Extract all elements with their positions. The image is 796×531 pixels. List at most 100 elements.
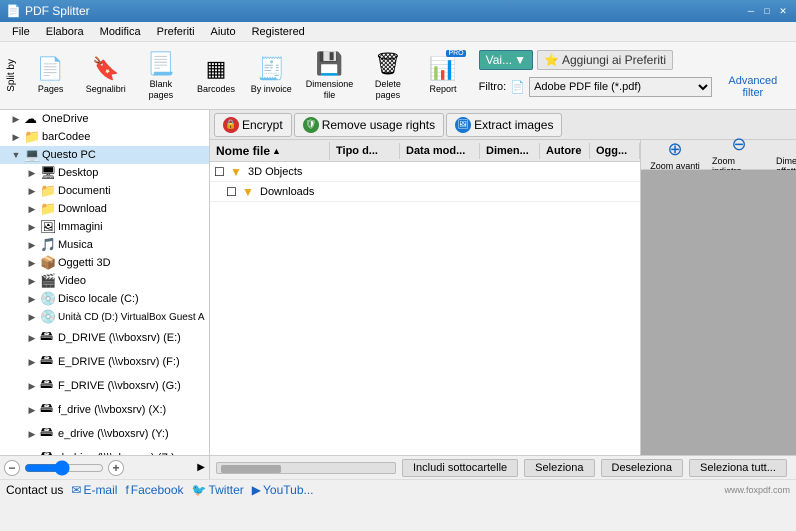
scroll-right-btn[interactable]: ▶ <box>197 462 205 473</box>
menu-modifica[interactable]: Modifica <box>92 24 149 40</box>
extract-images-icon: 🖼 <box>455 117 471 133</box>
contact-us-label: Contact us <box>6 483 63 497</box>
menu-preferiti[interactable]: Preferiti <box>149 24 203 40</box>
row-checkbox-3d[interactable]: ☐ <box>214 165 230 179</box>
zoom-minus-button[interactable]: − <box>4 460 20 476</box>
remove-rights-button[interactable]: 🛡 Remove usage rights <box>294 113 444 137</box>
facebook-link[interactable]: f Facebook <box>125 483 183 497</box>
tree-item-documenti[interactable]: ▶ 📁 Documenti <box>0 182 209 200</box>
tree-item-barcodee[interactable]: ▶ 📁 barCodee <box>0 128 209 146</box>
tree-label-musica: Musica <box>58 239 93 251</box>
advanced-filter-button[interactable]: Advanced filter <box>716 73 790 101</box>
tree-arrow: ▶ <box>24 429 40 440</box>
right-panel: 🔒 Encrypt 🛡 Remove usage rights 🖼 Extrac… <box>210 110 796 479</box>
tree-item-questo-pc[interactable]: ▼ 💻 Questo PC <box>0 146 209 164</box>
extract-images-button[interactable]: 🖼 Extract images <box>446 113 562 137</box>
tree-item-e-drive-y[interactable]: ▶ 🖴 e_drive (\\vboxsrv) (Y:) <box>0 422 209 446</box>
tree-item-disco-c[interactable]: ▶ 💿 Disco locale (C:) <box>0 290 209 308</box>
zoom-in-button[interactable]: ⊕ Zoom avanti <box>645 136 705 174</box>
split-by-label: Split by <box>6 59 17 92</box>
barcodes-button[interactable]: ▦ Barcodes <box>190 47 241 105</box>
twitter-link[interactable]: 🐦 Twitter <box>192 483 244 497</box>
filter-dropdown[interactable]: Adobe PDF file (*.pdf) <box>529 77 712 97</box>
tree-item-f-drive[interactable]: ▶ 🖴 F_DRIVE (\\vboxsrv) (G:) <box>0 374 209 398</box>
pages-button[interactable]: 📄 Pages <box>25 47 76 105</box>
youtube-link[interactable]: ▶ YouTub... <box>252 483 314 497</box>
report-button[interactable]: 📊 Report PRO <box>417 47 468 105</box>
file-row-3d-objects[interactable]: ☐ ▼ 3D Objects <box>210 162 640 182</box>
menu-elabora[interactable]: Elabora <box>38 24 92 40</box>
menu-registered[interactable]: Registered <box>244 24 313 40</box>
email-link[interactable]: ✉ E-mail <box>71 483 117 497</box>
file-area: Nome file ▲ Tipo d... Data mod... Dimen.… <box>210 140 796 455</box>
horizontal-scrollbar[interactable] <box>216 462 396 474</box>
video-icon: 🎬 <box>40 273 58 289</box>
tree-arrow: ▶ <box>24 405 40 416</box>
select-button[interactable]: Seleziona <box>524 459 594 477</box>
tree-label-desktop: Desktop <box>58 167 98 179</box>
row-checkbox-downloads[interactable]: ☐ <box>226 185 242 199</box>
f-drive-icon: 🖴 <box>40 375 58 397</box>
remove-rights-label: Remove usage rights <box>322 118 435 132</box>
tree-item-video[interactable]: ▶ 🎬 Video <box>0 272 209 290</box>
tree-label-oggetti3d: Oggetti 3D <box>58 257 111 269</box>
questo-pc-icon: 💻 <box>24 147 42 163</box>
blank-pages-button[interactable]: 📃 Blank pages <box>135 47 186 105</box>
zoom-slider[interactable] <box>24 460 104 476</box>
zoom-plus-button[interactable]: + <box>108 460 124 476</box>
desktop-icon: 🖥 <box>40 165 58 181</box>
tree-label-download: Download <box>58 203 107 215</box>
col-nome-file: Nome file ▲ <box>210 142 330 160</box>
by-invoice-label: By invoice <box>251 84 292 95</box>
col-dimen: Dimen... <box>480 143 540 159</box>
menu-file[interactable]: File <box>4 24 38 40</box>
barcodes-label: Barcodes <box>197 84 235 95</box>
add-favorites-button[interactable]: ⭐ Aggiungi ai Preferiti <box>537 50 673 70</box>
d-drive-icon: 🖴 <box>40 327 58 349</box>
tree-item-onedrive[interactable]: ▶ ☁ OneDrive <box>0 110 209 128</box>
bookmarks-button[interactable]: 🔖 Segnalibri <box>80 47 131 105</box>
include-subfolders-button[interactable]: Includi sottocartelle <box>402 459 518 477</box>
file-size-button[interactable]: 💾 Dimensione file <box>301 47 359 105</box>
file-row-downloads[interactable]: ☐ ▼ Downloads <box>210 182 640 202</box>
tree-item-d-drive[interactable]: ▶ 🖴 D_DRIVE (\\vboxsrv) (E:) <box>0 326 209 350</box>
menu-aiuto[interactable]: Aiuto <box>203 24 244 40</box>
encrypt-button[interactable]: 🔒 Encrypt <box>214 113 292 137</box>
tree-arrow: ▶ <box>24 294 40 305</box>
e-drive-y-icon: 🖴 <box>40 423 58 445</box>
tree-item-oggetti3d[interactable]: ▶ 📦 Oggetti 3D <box>0 254 209 272</box>
folder-icon-downloads: ▼ <box>242 185 260 199</box>
f-drive-x-icon: 🖴 <box>40 399 58 421</box>
by-invoice-icon: 🧾 <box>258 56 285 82</box>
tree-item-desktop[interactable]: ▶ 🖥 Desktop <box>0 164 209 182</box>
tree-item-f-drive-x[interactable]: ▶ 🖴 f_drive (\\vboxsrv) (X:) <box>0 398 209 422</box>
tree-arrow: ▶ <box>8 114 24 125</box>
menu-bar: File Elabora Modifica Preferiti Aiuto Re… <box>0 22 796 42</box>
file-list-header: Nome file ▲ Tipo d... Data mod... Dimen.… <box>210 140 640 162</box>
encrypt-label: Encrypt <box>242 118 283 132</box>
tree-item-download[interactable]: ▶ 📁 Download <box>0 200 209 218</box>
sidebar-bottom: − + ▶ <box>0 455 209 479</box>
tree-item-musica[interactable]: ▶ 🎵 Musica <box>0 236 209 254</box>
tree-item-e-drive[interactable]: ▶ 🖴 E_DRIVE (\\vboxsrv) (F:) <box>0 350 209 374</box>
file-list: Nome file ▲ Tipo d... Data mod... Dimen.… <box>210 140 641 455</box>
tree-item-unita-cd[interactable]: ▶ 💿 Unità CD (D:) VirtualBox Guest A <box>0 308 209 326</box>
tree-arrow: ▶ <box>24 312 40 323</box>
scrollbar-thumb[interactable] <box>221 465 281 473</box>
vai-button[interactable]: Vai... ▼ <box>479 50 533 70</box>
minimize-button[interactable]: ─ <box>744 4 758 18</box>
maximize-button[interactable]: □ <box>760 4 774 18</box>
tree-label-e-drive: E_DRIVE (\\vboxsrv) (F:) <box>58 356 180 368</box>
main-area: ▶ ☁ OneDrive ▶ 📁 barCodee ▼ 💻 Questo PC … <box>0 110 796 479</box>
select-all-button[interactable]: Seleziona tutt... <box>689 459 787 477</box>
tree-item-immagini[interactable]: ▶ 🖼 Immagini <box>0 218 209 236</box>
tree-arrow: ▶ <box>24 168 40 179</box>
close-button[interactable]: ✕ <box>776 4 790 18</box>
by-invoice-button[interactable]: 🧾 By invoice <box>246 47 297 105</box>
unita-cd-icon: 💿 <box>40 309 58 325</box>
tree-label-d-drive: D_DRIVE (\\vboxsrv) (E:) <box>58 332 181 344</box>
barcodes-icon: ▦ <box>206 56 227 82</box>
tree-item-d-drive-z[interactable]: ▶ 🖴 d_drive (\\\\vboxsrv) (Z:) <box>0 446 209 455</box>
delete-pages-button[interactable]: 🗑 Delete pages <box>362 47 413 105</box>
deselect-button[interactable]: Deseleziona <box>601 459 684 477</box>
